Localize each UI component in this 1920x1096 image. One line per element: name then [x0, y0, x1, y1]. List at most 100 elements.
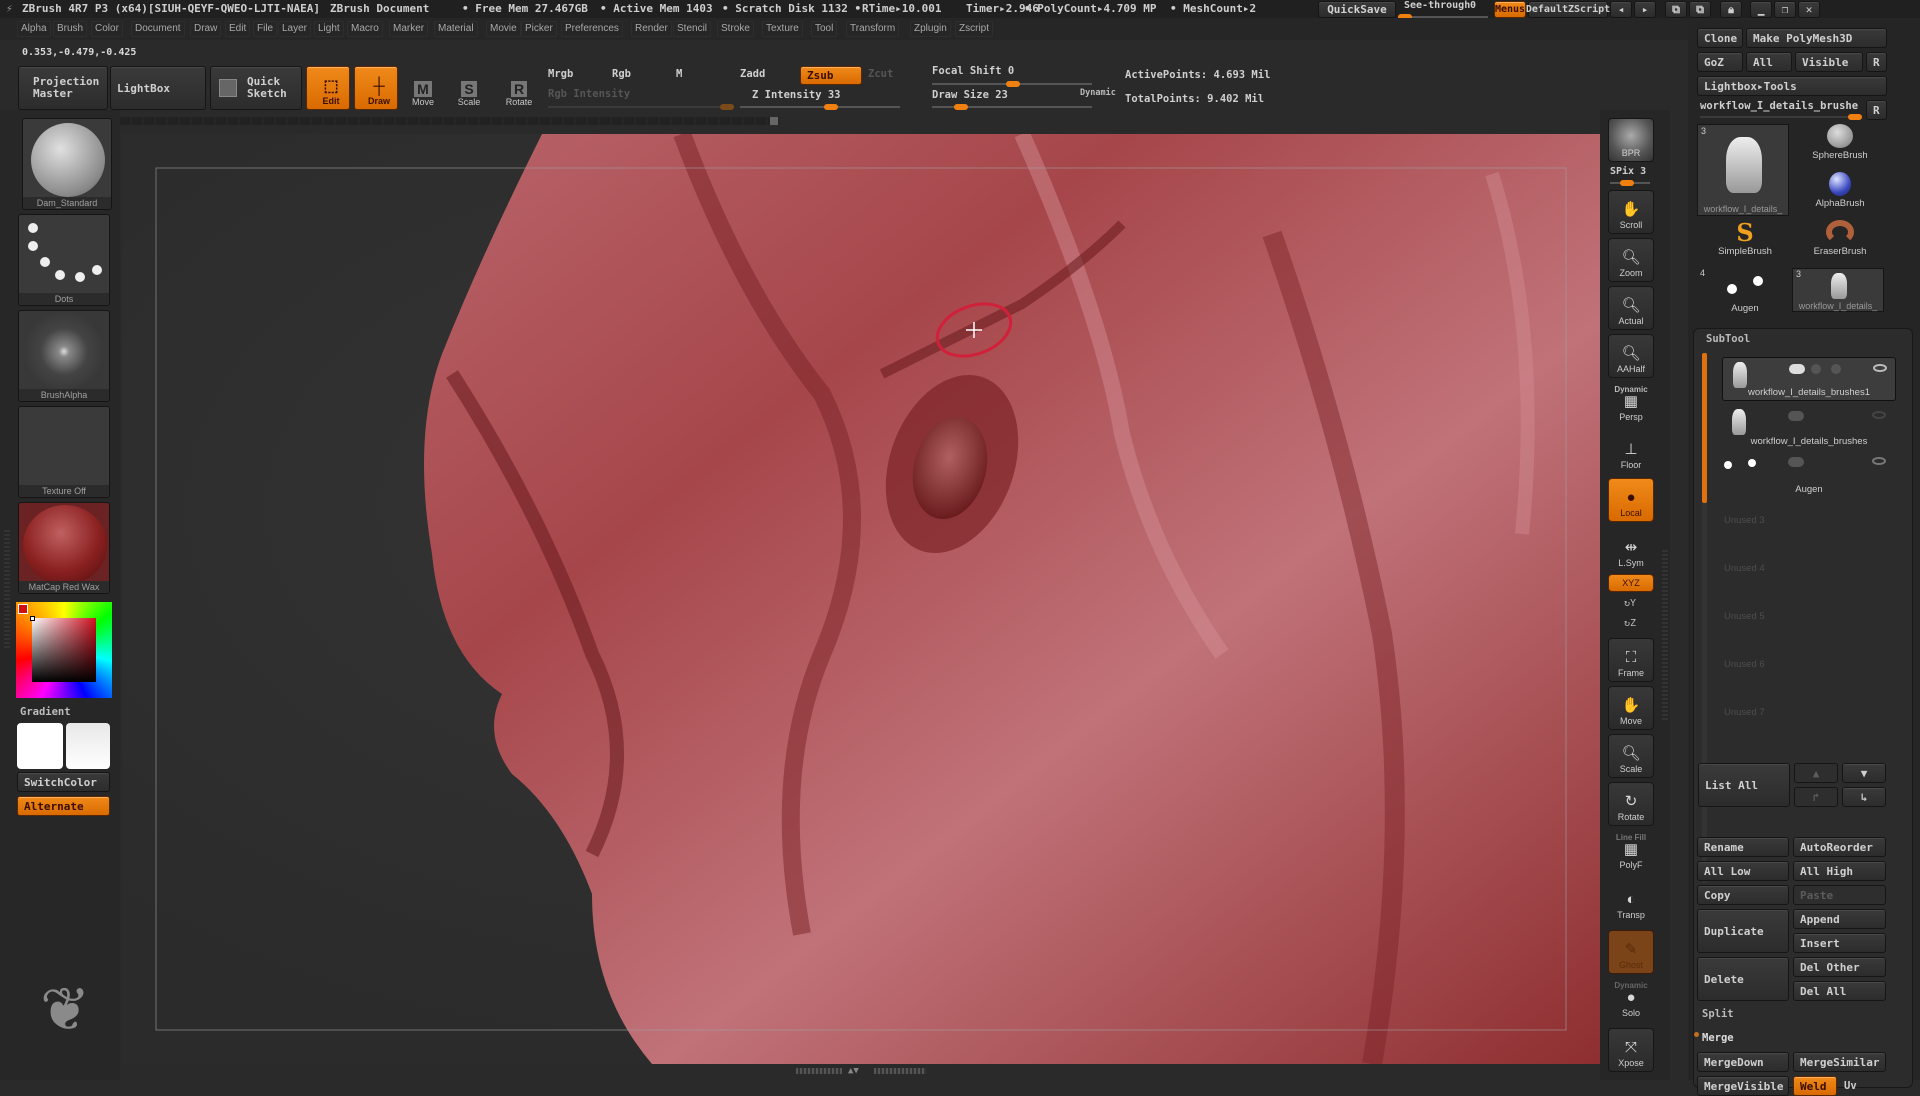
goz-button[interactable]: GoZ — [1697, 52, 1743, 72]
transp-button[interactable]: ◐ Transp — [1608, 880, 1654, 924]
mrgb-button[interactable]: Mrgb — [548, 68, 573, 80]
rotate-y-button[interactable]: ↻Y — [1624, 598, 1636, 609]
brush-thumbnail[interactable]: Dam_Standard — [22, 118, 112, 210]
move-up-icon[interactable]: ▲ — [1794, 763, 1838, 783]
tool-slider-knob[interactable] — [1848, 114, 1862, 120]
delete-button[interactable]: Delete — [1697, 957, 1789, 1001]
rotate-z-button[interactable]: ↻Z — [1624, 618, 1636, 629]
menu-preferences[interactable]: Preferences — [561, 21, 623, 37]
subtool-item[interactable]: Augen — [1722, 453, 1896, 497]
bottom-tray-scroll-left[interactable] — [796, 1068, 842, 1074]
restore-icon[interactable]: ❐ — [1774, 1, 1796, 18]
goz-visible-button[interactable]: Visible — [1795, 52, 1863, 72]
color-cursor[interactable] — [30, 616, 35, 621]
subtool-item[interactable]: workflow_I_details_brushes — [1722, 405, 1896, 449]
rename-button[interactable]: Rename — [1697, 837, 1789, 857]
persp-button[interactable]: Dynamic ▦ Persp — [1608, 382, 1654, 426]
quicksave-button[interactable]: QuickSave — [1318, 1, 1396, 18]
lightbox-tools-button[interactable]: Lightbox▸Tools — [1697, 76, 1887, 96]
make-polymesh-button[interactable]: Make PolyMesh3D — [1746, 28, 1887, 48]
bottom-tray-scroll-right[interactable] — [874, 1068, 926, 1074]
subtool-item[interactable]: workflow_I_details_brushes1 — [1722, 357, 1896, 401]
menu-transform[interactable]: Transform — [846, 21, 900, 37]
menu-draw[interactable]: Draw — [190, 21, 222, 37]
goz-all-button[interactable]: All — [1746, 52, 1792, 72]
main-color-swatch[interactable] — [18, 604, 28, 614]
menu-tool[interactable]: Tool — [811, 21, 838, 37]
polypaint-toggle[interactable] — [1788, 411, 1804, 421]
insert-button[interactable]: Insert — [1793, 933, 1886, 953]
projection-master-button[interactable]: Projection Master — [18, 66, 108, 110]
autoreorder-button[interactable]: AutoReorder — [1793, 837, 1886, 857]
menu-render[interactable]: Render — [631, 21, 672, 37]
local-button[interactable]: ● Local — [1608, 478, 1654, 522]
color-picker[interactable] — [16, 602, 112, 698]
rotate-xyz-button[interactable]: XYZ — [1608, 574, 1654, 592]
focal-shift-slider[interactable] — [932, 81, 1092, 87]
rotate-button[interactable]: R Rotate — [496, 66, 542, 110]
right-tray-scroll[interactable] — [1662, 550, 1668, 720]
tool-alpha-brush[interactable]: AlphaBrush — [1792, 172, 1888, 218]
subtool-toggle[interactable] — [1831, 364, 1841, 374]
layout-prev-icon[interactable]: ⧉ — [1665, 1, 1687, 18]
bottom-tray-toggle-icon[interactable]: ▲▼ — [848, 1066, 872, 1076]
menu-stencil[interactable]: Stencil — [673, 21, 712, 37]
zcut-button[interactable]: Zcut — [868, 68, 893, 80]
move-bottom-icon[interactable]: ↳ — [1842, 787, 1886, 807]
goz-r-button[interactable]: R — [1866, 52, 1887, 72]
tool-r-button[interactable]: R — [1866, 100, 1887, 120]
menu-texture[interactable]: Texture — [762, 21, 803, 37]
layout-next-icon[interactable]: ⧉ — [1689, 1, 1711, 18]
polypaint-toggle[interactable] — [1788, 457, 1804, 467]
tool-sphere-brush[interactable]: SphereBrush — [1792, 124, 1888, 170]
spix-slider[interactable] — [1610, 180, 1650, 186]
all-low-button[interactable]: All Low — [1697, 861, 1789, 881]
menu-brush[interactable]: Brush — [53, 21, 88, 37]
floor-button[interactable]: ⊥ Floor — [1608, 430, 1654, 474]
secondary-color-swatch[interactable] — [66, 723, 110, 769]
draw-size-slider[interactable] — [932, 104, 1092, 110]
visibility-eye-icon[interactable] — [1872, 457, 1886, 465]
rgb-intensity-slider[interactable] — [548, 104, 734, 110]
menu-stroke[interactable]: Stroke — [717, 21, 754, 37]
scroll-button[interactable]: ✋ Scroll — [1608, 190, 1654, 234]
canvas-viewport[interactable] — [122, 134, 1600, 1064]
split-section[interactable]: Split — [1702, 1008, 1734, 1020]
texture-thumbnail[interactable]: Texture Off — [18, 406, 110, 498]
tool-thumb-workflow[interactable]: 3 workflow_I_details_ — [1697, 124, 1789, 216]
menu-zscript[interactable]: Zscript — [955, 21, 993, 37]
ghost-button[interactable]: ✎ Ghost — [1608, 930, 1654, 974]
tool-augen[interactable]: 4 Augen — [1697, 268, 1793, 316]
menus-button[interactable]: Menus — [1494, 1, 1526, 18]
shrink-left-icon[interactable]: ◂ — [1610, 1, 1632, 18]
focal-shift-knob[interactable] — [1006, 81, 1020, 87]
top-shelf-scroll-handle[interactable] — [770, 117, 778, 125]
z-intensity-knob[interactable] — [824, 104, 838, 110]
sculpt-canvas[interactable] — [122, 134, 1600, 1064]
copy-button[interactable]: Copy — [1697, 885, 1789, 905]
switch-color-button[interactable]: SwitchColor — [17, 772, 110, 792]
tool-eraser-brush[interactable]: EraserBrush — [1792, 220, 1888, 266]
rotate-view-button[interactable]: ↻ Rotate — [1608, 782, 1654, 826]
primary-color-swatch[interactable] — [17, 723, 63, 769]
subtool-toggle[interactable] — [1811, 364, 1821, 374]
minimize-icon[interactable]: ▁ — [1750, 1, 1772, 18]
merge-section[interactable]: Merge — [1702, 1032, 1734, 1044]
dynamic-toggle[interactable]: Dynamic — [1080, 88, 1116, 98]
menu-picker[interactable]: Picker — [521, 21, 557, 37]
subtool-title[interactable]: SubTool — [1706, 333, 1750, 345]
del-other-button[interactable]: Del Other — [1793, 957, 1886, 977]
stroke-thumbnail[interactable]: Dots — [18, 214, 110, 306]
z-intensity-slider[interactable] — [740, 104, 900, 110]
rgb-intensity-knob[interactable] — [720, 104, 734, 110]
solo-button[interactable]: Dynamic ● Solo — [1608, 978, 1654, 1022]
menu-layer[interactable]: Layer — [278, 21, 312, 37]
scale-view-button[interactable]: 🔍︎ Scale — [1608, 734, 1654, 778]
menu-file[interactable]: File — [253, 21, 278, 37]
draw-size-knob[interactable] — [954, 104, 968, 110]
menu-color[interactable]: Color — [91, 21, 123, 37]
menu-document[interactable]: Document — [131, 21, 185, 37]
merge-visible-button[interactable]: MergeVisible — [1697, 1076, 1789, 1096]
rgb-button[interactable]: Rgb — [612, 68, 631, 80]
aahalf-button[interactable]: 🔍︎ AAHalf — [1608, 334, 1654, 378]
